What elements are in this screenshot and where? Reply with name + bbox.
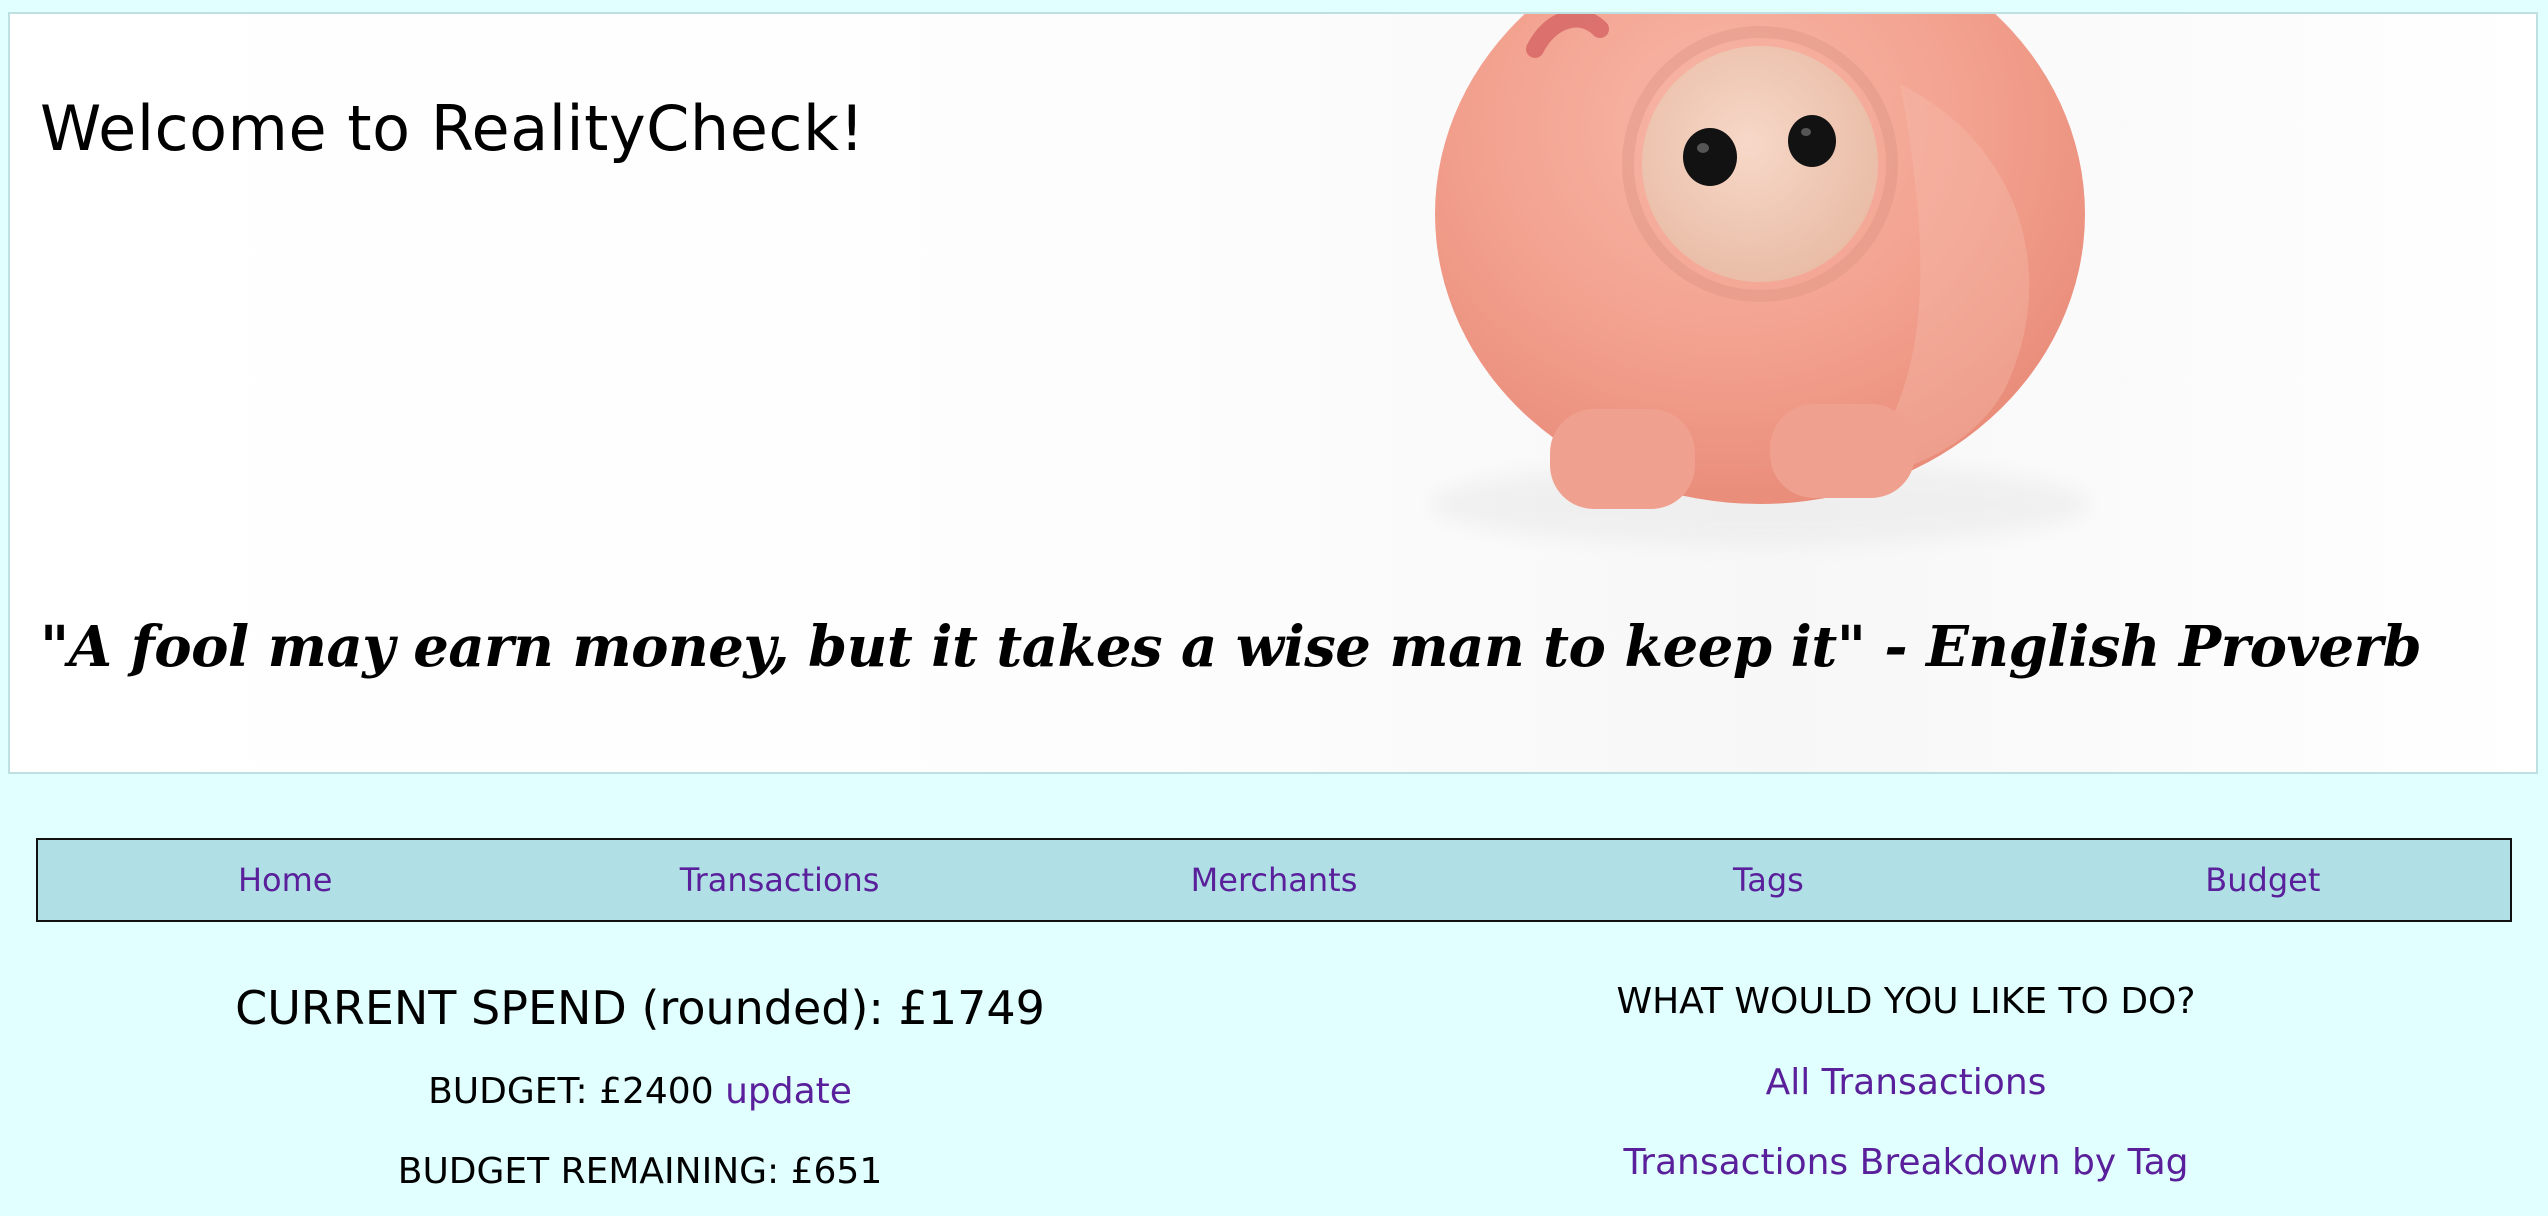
current-spend-label: CURRENT SPEND (rounded): <box>235 981 884 1035</box>
nav-item-transactions[interactable]: Transactions <box>532 861 1026 899</box>
update-budget-link[interactable]: update <box>725 1071 852 1112</box>
budget-label: BUDGET: <box>428 1071 588 1112</box>
transactions-breakdown-by-tag-link[interactable]: Transactions Breakdown by Tag <box>1300 1140 2512 1186</box>
hero-banner: Welcome to RealityCheck! "A fool may ear… <box>8 12 2538 774</box>
piggy-bank-image <box>1430 14 2090 546</box>
nav-item-home[interactable]: Home <box>38 861 532 899</box>
budget-summary: CURRENT SPEND (rounded): £1749 BUDGET: £… <box>36 980 1244 1194</box>
budget-remaining-line: BUDGET REMAINING: £651 <box>36 1150 1244 1194</box>
budget-summary-line: BUDGET: £2400 update <box>36 1070 1244 1114</box>
main-navigation: Home Transactions Merchants Tags Budget <box>36 838 2512 922</box>
budget-value: £2400 <box>599 1071 714 1112</box>
hero-quote: "A fool may earn money, but it takes a w… <box>40 614 2422 680</box>
nav-item-tags[interactable]: Tags <box>1521 861 2015 899</box>
page-title: Welcome to RealityCheck! <box>40 92 865 165</box>
current-spend-summary: CURRENT SPEND (rounded): £1749 <box>36 980 1244 1036</box>
nav-item-merchants[interactable]: Merchants <box>1027 861 1521 899</box>
all-transactions-link[interactable]: All Transactions <box>1300 1060 2512 1106</box>
actions-title: WHAT WOULD YOU LIKE TO DO? <box>1616 981 2196 1022</box>
current-spend-value: £1749 <box>898 981 1045 1035</box>
budget-remaining-value: £651 <box>790 1151 883 1192</box>
actions-panel: WHAT WOULD YOU LIKE TO DO? All Transacti… <box>1300 980 2512 1186</box>
nav-item-budget[interactable]: Budget <box>2016 861 2510 899</box>
budget-remaining-label: BUDGET REMAINING: <box>397 1151 780 1192</box>
